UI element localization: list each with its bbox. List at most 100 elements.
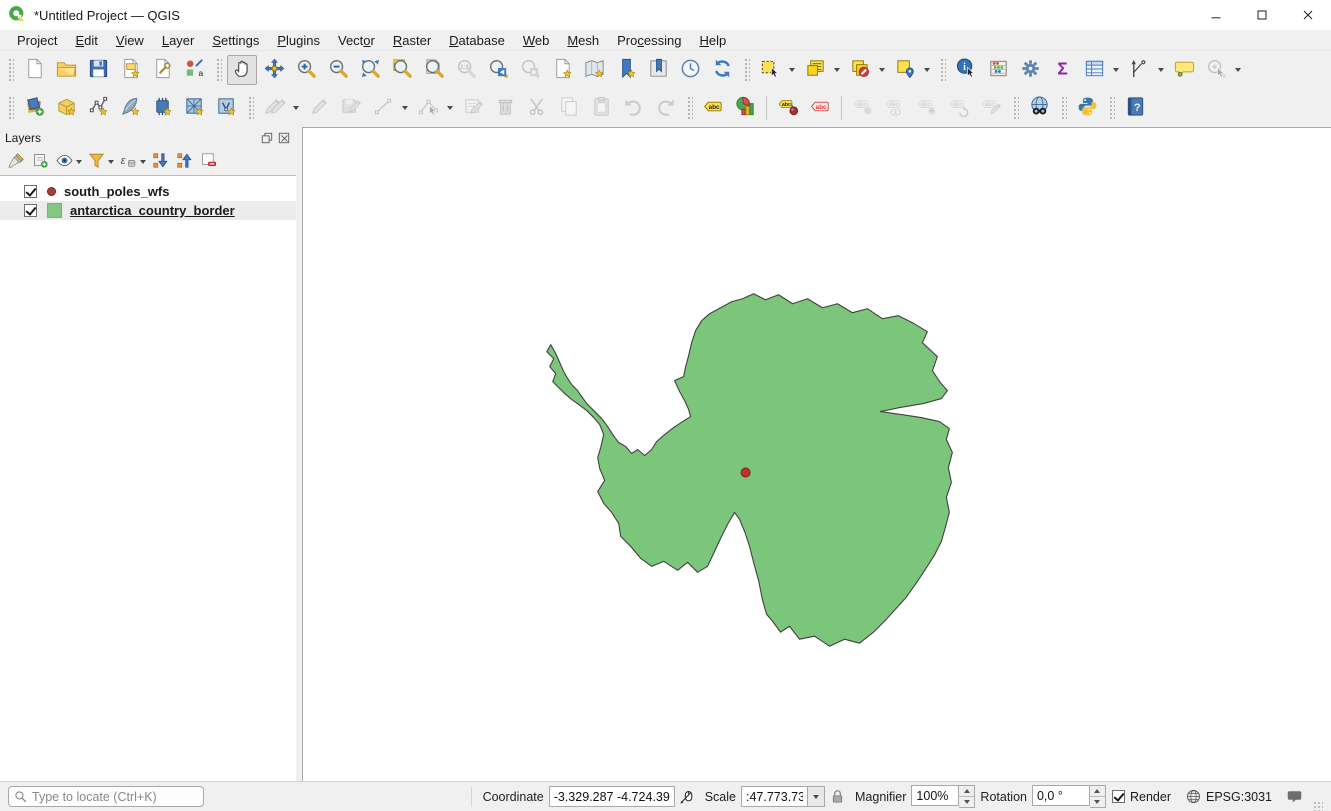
field-calculator-button[interactable] [983, 55, 1013, 85]
render-checkbox[interactable] [1112, 790, 1125, 803]
scale-combo[interactable] [741, 786, 825, 807]
new-bookmark-button[interactable] [547, 55, 577, 85]
new-shapefile-layer-button[interactable] [83, 93, 113, 123]
coordinate-input[interactable] [549, 786, 675, 807]
resize-grip[interactable] [1313, 801, 1323, 811]
toolbar-drag-handle[interactable] [940, 58, 946, 82]
select-by-location-button[interactable] [890, 55, 920, 85]
copy-features-button[interactable] [554, 93, 584, 123]
locate-input[interactable] [32, 790, 192, 804]
select-by-location-dropdown-button[interactable] [921, 55, 933, 85]
maximize-button[interactable] [1239, 0, 1285, 30]
show-bookmarks-button[interactable] [579, 55, 609, 85]
data-source-manager-button[interactable] [19, 93, 49, 123]
menu-settings[interactable]: Settings [203, 31, 268, 50]
processing-toolbox-button[interactable] [1015, 55, 1045, 85]
vertex-tool-dropdown-button[interactable] [444, 93, 456, 123]
measure-button[interactable] [1124, 55, 1154, 85]
menu-web[interactable]: Web [514, 31, 559, 50]
zoom-to-selection-button[interactable] [387, 55, 417, 85]
new-spatialite-layer-button[interactable] [115, 93, 145, 123]
map-canvas[interactable] [302, 127, 1331, 781]
collapse-all-button[interactable] [172, 150, 196, 174]
show-hidden-labels-button[interactable]: abc [880, 93, 910, 123]
attribute-table-dropdown-button[interactable] [1110, 55, 1122, 85]
new-project-button[interactable] [19, 55, 49, 85]
delete-selected-button[interactable] [490, 93, 520, 123]
magnifier-spinbox[interactable] [911, 785, 975, 808]
change-label-button[interactable]: abc [805, 93, 835, 123]
toggle-editing-button[interactable] [304, 93, 334, 123]
south-pole-point[interactable] [741, 468, 750, 477]
menu-help[interactable]: Help [690, 31, 735, 50]
current-edits-button[interactable] [259, 93, 289, 123]
new-gpx-layer-button[interactable] [211, 93, 241, 123]
open-project-button[interactable] [51, 55, 81, 85]
new-virtual-layer-button[interactable] [147, 93, 177, 123]
zoom-full-button[interactable] [355, 55, 385, 85]
filter-by-expression-button[interactable]: ε [116, 150, 140, 174]
move-label-button[interactable]: abc [912, 93, 942, 123]
rotation-spinbox[interactable] [1032, 785, 1106, 808]
menu-raster[interactable]: Raster [384, 31, 440, 50]
select-features-dropdown-button[interactable] [786, 55, 798, 85]
zoom-last-button[interactable] [483, 55, 513, 85]
redo-button[interactable] [650, 93, 680, 123]
save-layer-edits-button[interactable] [336, 93, 366, 123]
menu-processing[interactable]: Processing [608, 31, 690, 50]
magnifier-down-button[interactable] [959, 797, 974, 808]
pan-to-selection-button[interactable] [259, 55, 289, 85]
menu-vector[interactable]: Vector [329, 31, 384, 50]
add-group-button[interactable] [28, 150, 52, 174]
vertex-tool-button[interactable] [413, 93, 443, 123]
pin-labels-button[interactable]: abc [773, 93, 803, 123]
map-tips-button[interactable] [1169, 55, 1199, 85]
rotation-up-button[interactable] [1090, 786, 1105, 797]
zoom-out-button[interactable] [323, 55, 353, 85]
pin-unpin-labels-button[interactable]: abc [848, 93, 878, 123]
show-spatial-bookmarks-button[interactable] [643, 55, 673, 85]
toolbar-drag-handle[interactable] [1013, 96, 1019, 120]
close-button[interactable] [1285, 0, 1331, 30]
menu-plugins[interactable]: Plugins [268, 31, 329, 50]
crs-label[interactable]: EPSG:3031 [1206, 790, 1272, 804]
new-geopackage-layer-button[interactable] [51, 93, 81, 123]
statistics-summary-button[interactable]: Σ [1047, 55, 1077, 85]
toolbar-drag-handle[interactable] [8, 96, 14, 120]
layer-row-antarctica_country_border[interactable]: antarctica_country_border [0, 201, 296, 220]
digitize-line-button[interactable] [368, 93, 398, 123]
menu-view[interactable]: View [107, 31, 153, 50]
search-tool-button[interactable] [1201, 55, 1231, 85]
zoom-in-button[interactable] [291, 55, 321, 85]
deselect-all-dropdown-button[interactable] [876, 55, 888, 85]
magnifier-input[interactable] [911, 785, 959, 806]
toolbar-drag-handle[interactable] [1061, 96, 1067, 120]
toolbar-drag-handle[interactable] [248, 96, 254, 120]
deselect-all-button[interactable] [845, 55, 875, 85]
digitize-line-dropdown-button[interactable] [399, 93, 411, 123]
zoom-native-button[interactable]: 1:1 [451, 55, 481, 85]
modify-attributes-button[interactable] [458, 93, 488, 123]
crs-globe-icon[interactable] [1185, 788, 1202, 805]
current-edits-dropdown-button[interactable] [290, 93, 302, 123]
close-panel-button[interactable] [277, 131, 291, 145]
help-contents-button[interactable]: ? [1120, 93, 1150, 123]
toolbar-drag-handle[interactable] [687, 96, 693, 120]
locate-search[interactable] [8, 786, 204, 807]
metasearch-button[interactable] [1024, 93, 1054, 123]
layer-diagram-button[interactable] [730, 93, 760, 123]
layer-labeling-button[interactable]: abc [698, 93, 728, 123]
zoom-next-button[interactable] [515, 55, 545, 85]
attribute-table-button[interactable] [1079, 55, 1109, 85]
measure-dropdown-button[interactable] [1155, 55, 1167, 85]
manage-map-themes-dropdown-button[interactable] [76, 160, 84, 164]
select-by-form-dropdown-button[interactable] [831, 55, 843, 85]
new-mesh-layer-button[interactable] [179, 93, 209, 123]
toolbar-drag-handle[interactable] [744, 58, 750, 82]
toolbar-drag-handle[interactable] [216, 58, 222, 82]
menu-mesh[interactable]: Mesh [558, 31, 608, 50]
extents-mouse-toggle-icon[interactable] [679, 788, 696, 805]
rotate-label-button[interactable]: abc [944, 93, 974, 123]
show-layout-manager-button[interactable] [147, 55, 177, 85]
manage-map-themes-button[interactable] [52, 150, 76, 174]
